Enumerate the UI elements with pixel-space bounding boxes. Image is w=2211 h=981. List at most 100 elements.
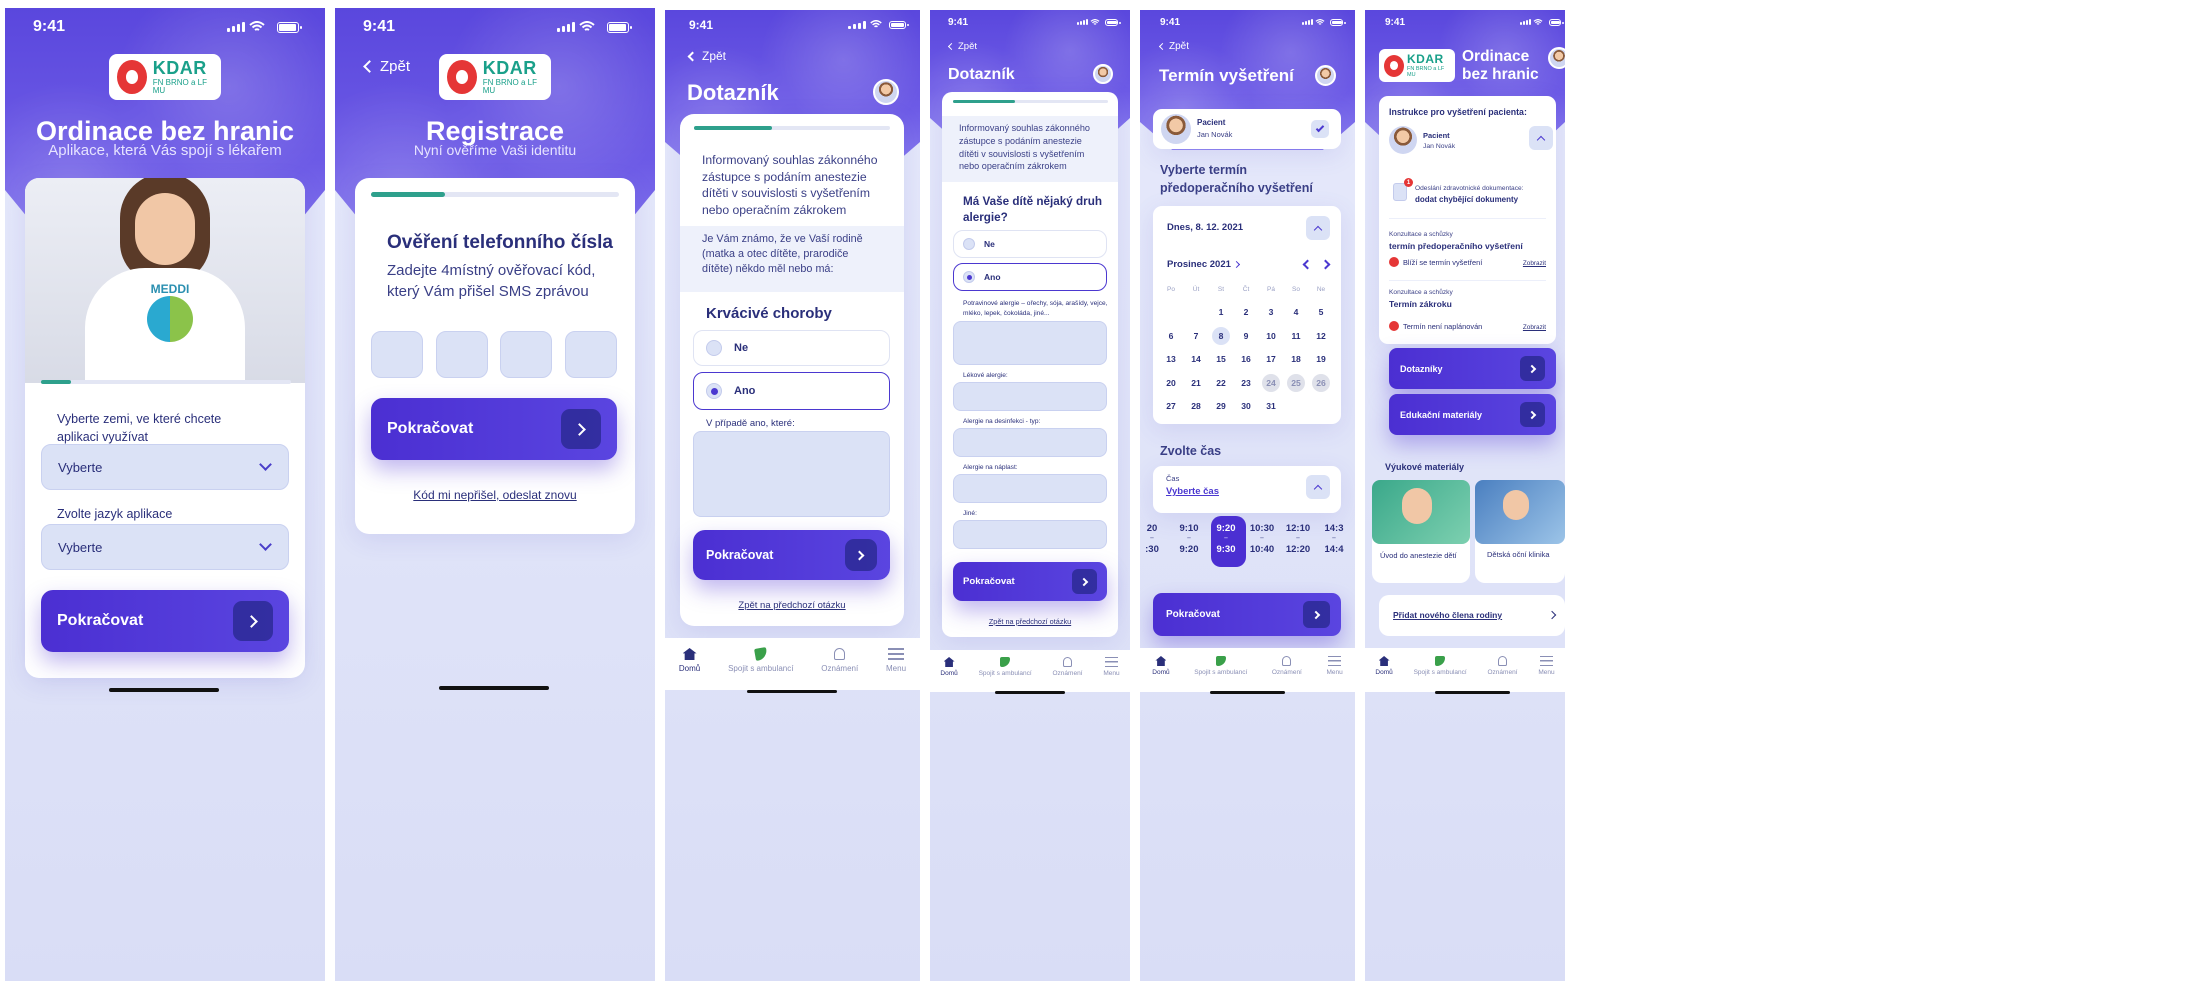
calendar-day[interactable]: 3 [1262, 303, 1280, 321]
option-yes[interactable]: Ano [953, 263, 1107, 291]
calendar-day[interactable]: 28 [1187, 397, 1205, 415]
continue-button[interactable]: Pokračovat [1153, 593, 1341, 636]
previous-question-link[interactable]: Zpět na předchozí otázku [942, 617, 1118, 626]
calendar-day[interactable]: 21 [1187, 374, 1205, 392]
otp-digit-1[interactable] [371, 331, 423, 378]
calendar-day[interactable]: 26 [1312, 373, 1330, 392]
continue-button[interactable]: Pokračovat [693, 530, 890, 580]
tab-menu[interactable]: Menu [1103, 657, 1120, 677]
back-button[interactable]: Zpět [687, 49, 726, 63]
calendar-day[interactable]: 19 [1312, 350, 1330, 368]
time-select-link[interactable]: Vyberte čas [1166, 486, 1219, 497]
drug-allergy-input[interactable] [953, 382, 1107, 411]
preop-view-link[interactable]: Zobrazit [1523, 260, 1546, 267]
calendar-day[interactable]: 11 [1287, 327, 1305, 345]
calendar-day[interactable]: 7 [1187, 327, 1205, 345]
calendar-day[interactable]: 23 [1237, 374, 1255, 392]
next-month-icon[interactable] [1320, 259, 1331, 270]
time-slot[interactable]: 12:10– 12:20 [1280, 522, 1316, 556]
option-no[interactable]: Ne [953, 230, 1107, 258]
calendar-day[interactable]: 4 [1287, 303, 1305, 321]
user-avatar[interactable] [1548, 47, 1565, 69]
check-icon[interactable] [1311, 120, 1329, 138]
calendar-day[interactable]: 24 [1262, 373, 1280, 392]
calendar-day[interactable]: 29 [1212, 397, 1230, 415]
option-no[interactable]: Ne [693, 330, 890, 366]
continue-button[interactable]: Pokračovat [371, 398, 617, 460]
back-button[interactable]: Zpět [947, 41, 977, 52]
calendar-day[interactable]: 13 [1162, 350, 1180, 368]
tab-menu[interactable]: Menu [1326, 656, 1343, 676]
previous-question-link[interactable]: Zpět na předchozí otázku [680, 600, 904, 611]
calendar-day[interactable]: 15 [1212, 350, 1230, 368]
calendar-day[interactable]: 27 [1162, 397, 1180, 415]
tab-notifications[interactable]: Oznámení [821, 648, 858, 673]
collapse-chevron-icon[interactable] [1306, 216, 1330, 240]
education-button[interactable]: Edukační materiály [1389, 394, 1556, 435]
back-button[interactable]: Zpět [363, 58, 410, 75]
otp-digit-3[interactable] [500, 331, 552, 378]
calendar-day[interactable]: 22 [1212, 374, 1230, 392]
user-avatar[interactable] [1315, 65, 1336, 86]
calendar-day[interactable]: 17 [1262, 350, 1280, 368]
calendar-day[interactable]: 2 [1237, 303, 1255, 321]
user-avatar[interactable] [1093, 64, 1113, 84]
calendar-day[interactable]: 9 [1237, 327, 1255, 345]
time-slot[interactable]: 9:20– 9:30 [1208, 522, 1244, 556]
calendar-day[interactable]: 10 [1262, 327, 1280, 345]
calendar-day[interactable]: 8 [1212, 326, 1230, 345]
tab-menu[interactable]: Menu [886, 648, 906, 673]
calendar-day[interactable]: 5 [1312, 303, 1330, 321]
calendar-day[interactable]: 30 [1237, 397, 1255, 415]
calendar-day[interactable]: 18 [1287, 350, 1305, 368]
collapse-chevron-icon[interactable] [1529, 126, 1553, 150]
user-avatar[interactable] [873, 79, 899, 105]
calendar-day[interactable]: 31 [1262, 397, 1280, 415]
tab-home[interactable]: Domů [1375, 656, 1393, 676]
calendar-day[interactable]: 25 [1287, 373, 1305, 392]
tab-notifications[interactable]: Oznámení [1053, 657, 1083, 677]
prev-month-icon[interactable] [1302, 259, 1313, 270]
language-select[interactable]: Vyberte [41, 524, 289, 570]
disinfection-allergy-input[interactable] [953, 428, 1107, 457]
calendar-day[interactable]: 12 [1312, 327, 1330, 345]
food-allergy-input[interactable] [953, 321, 1107, 365]
video-card-eye-clinic[interactable]: Dětská oční klinika [1475, 480, 1565, 583]
tab-home[interactable]: Domů [940, 657, 958, 677]
time-slot[interactable]: 14:3– 14:4 [1316, 522, 1352, 556]
calendar-day[interactable]: 20 [1162, 374, 1180, 392]
otp-digit-4[interactable] [565, 331, 617, 378]
tab-connect[interactable]: Spojit s ambulancí [1194, 656, 1247, 676]
surgery-view-link[interactable]: Zobrazit [1523, 324, 1546, 331]
continue-button[interactable]: Pokračovat [953, 562, 1107, 601]
otp-digit-2[interactable] [436, 331, 488, 378]
tab-connect[interactable]: Spojit s ambulancí [1414, 656, 1467, 676]
resend-code-link[interactable]: Kód mi nepřišel, odeslat znovu [355, 488, 635, 502]
add-family-member-link[interactable]: Přidat nového člena rodiny [1393, 610, 1502, 620]
back-button[interactable]: Zpět [1158, 41, 1189, 52]
time-slot[interactable]: 9:10– 9:20 [1171, 522, 1207, 556]
tab-notifications[interactable]: Oznámení [1488, 656, 1518, 676]
continue-button[interactable]: Pokračovat [41, 590, 289, 652]
video-card-anesthesia[interactable]: Úvod do anestezie dětí [1372, 480, 1470, 583]
tab-connect[interactable]: Spojit s ambulancí [979, 657, 1032, 677]
tab-notifications[interactable]: Oznámení [1272, 656, 1302, 676]
patient-card[interactable]: Pacient Jan Novák [1153, 109, 1341, 149]
calendar-day[interactable]: 6 [1162, 327, 1180, 345]
tab-connect[interactable]: Spojit s ambulancí [728, 647, 793, 673]
tab-home[interactable]: Domů [679, 648, 700, 673]
calendar-day[interactable]: 16 [1237, 350, 1255, 368]
add-family-member-card[interactable]: Přidat nového člena rodiny [1379, 595, 1565, 636]
calendar-day[interactable]: 1 [1212, 303, 1230, 321]
time-slot[interactable]: 10:30– 10:40 [1244, 522, 1280, 556]
plaster-allergy-input[interactable] [953, 474, 1107, 503]
calendar-day[interactable]: 14 [1187, 350, 1205, 368]
which-textarea[interactable] [693, 431, 890, 517]
country-select[interactable]: Vyberte [41, 444, 289, 490]
other-input[interactable] [953, 520, 1107, 549]
tab-home[interactable]: Domů [1152, 656, 1170, 676]
documents-link[interactable]: dodat chybějící dokumenty [1415, 195, 1518, 204]
time-slot[interactable]: 20–:30 [1140, 522, 1170, 556]
collapse-chevron-icon[interactable] [1306, 475, 1330, 499]
option-yes[interactable]: Ano [693, 372, 890, 410]
